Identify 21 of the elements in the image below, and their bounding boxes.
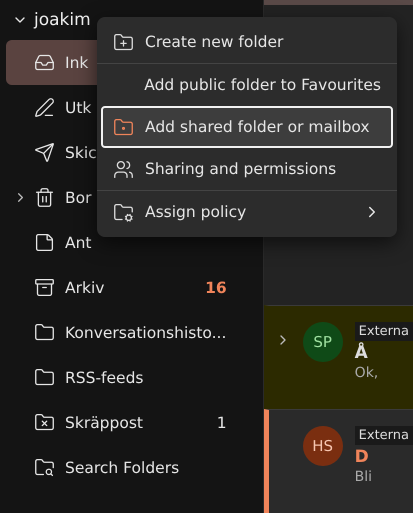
external-tag: Externa	[354, 322, 413, 341]
external-tag: Externa	[354, 426, 413, 445]
folder-label: Utk	[65, 98, 92, 116]
folder-label: Bor	[65, 188, 92, 206]
message-preview: Bli	[354, 469, 374, 485]
unread-count: 16	[205, 278, 227, 296]
message-preview: Ok,	[354, 365, 380, 381]
unread-count: 1	[216, 414, 227, 432]
avatar: HS	[302, 426, 343, 466]
account-name: joakim	[34, 10, 91, 30]
folder-label: Ant	[65, 234, 93, 252]
folder-label: Arkiv	[65, 278, 106, 296]
message-subject: D	[354, 447, 370, 467]
message-subject: Å	[354, 343, 369, 363]
avatar: SP	[302, 322, 343, 362]
folder-label: RSS-feeds	[65, 368, 144, 386]
folder-label: Ink	[65, 54, 90, 72]
folder-label: Skräppost	[65, 414, 144, 432]
folder-label: Skic	[65, 144, 98, 162]
folder-label: Konversationshisto...	[65, 324, 228, 342]
folder-label: Search Folders	[65, 458, 180, 476]
